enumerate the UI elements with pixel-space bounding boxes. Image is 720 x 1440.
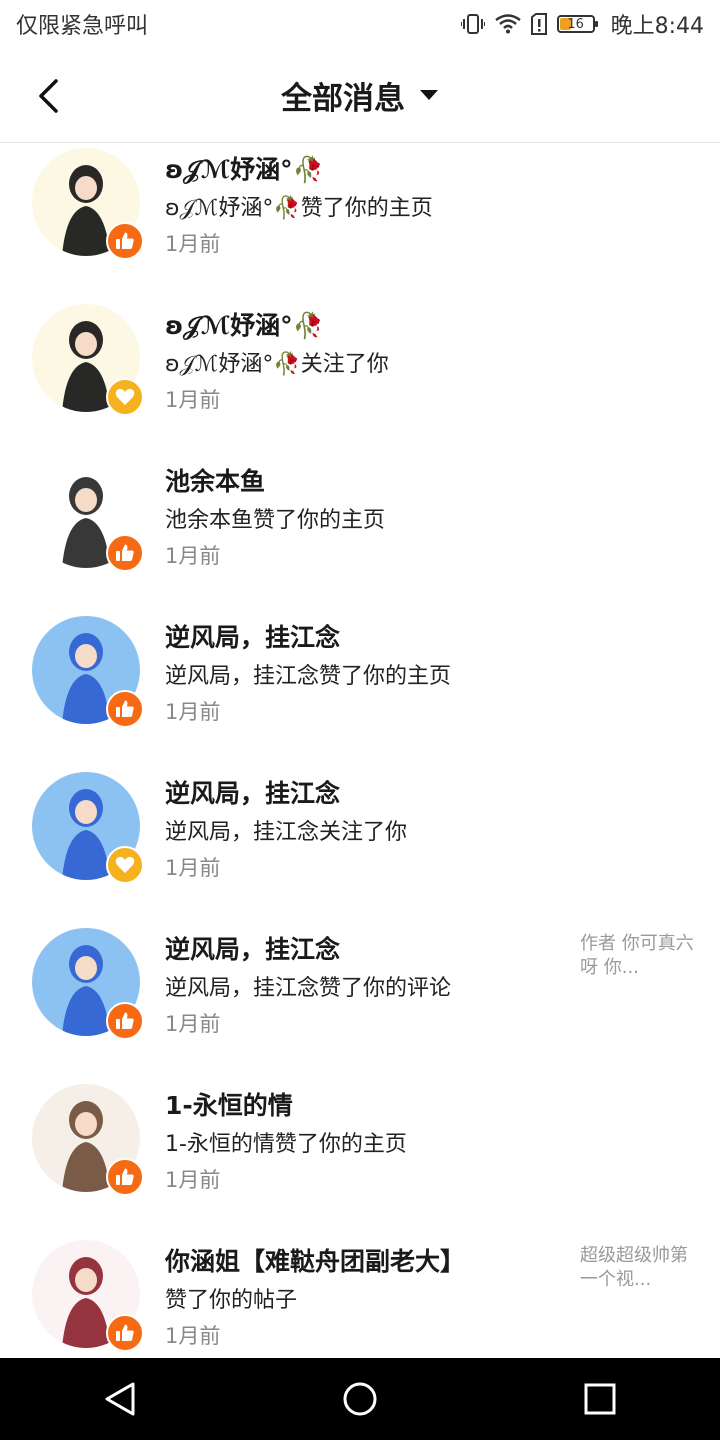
- message-text: 逆风局，挂江念关注了你: [165, 820, 408, 845]
- page-title: 全部消息: [281, 80, 405, 117]
- nav-back-button[interactable]: [80, 1369, 160, 1429]
- message-text: 赞了你的帖子: [165, 1288, 298, 1313]
- square-recents-icon: [584, 1383, 616, 1415]
- wifi-icon: [494, 14, 521, 34]
- avatar[interactable]: [32, 616, 144, 728]
- message-text: ʚ𝒥ℳ妤涵°🥀赞了你的主页: [165, 196, 433, 221]
- back-button[interactable]: [28, 76, 68, 116]
- avatar[interactable]: [32, 460, 144, 572]
- message-text: 池余本鱼赞了你的主页: [165, 508, 386, 533]
- message-item[interactable]: ʚ𝒥ℳ妤涵°🥀 ʚ𝒥ℳ妤涵°🥀赞了你的主页 1月前: [0, 144, 720, 292]
- message-item[interactable]: 逆风局，挂江念逆风局，挂江念关注了你 1月前: [0, 760, 720, 916]
- message-time: 1月前: [165, 232, 221, 256]
- avatar[interactable]: [32, 1084, 144, 1196]
- nav-home-button[interactable]: [320, 1369, 400, 1429]
- avatar[interactable]: [32, 928, 144, 1040]
- sim-alert-icon: [530, 13, 547, 35]
- message-filter-dropdown[interactable]: 全部消息: [281, 73, 439, 118]
- message-item[interactable]: 你涵姐【难鞑舟团副老大】赞了你的帖子 1月前 超级超级帅第一个视...: [0, 1228, 720, 1358]
- thumbs-up-icon: [116, 1168, 134, 1185]
- circle-home-icon: [343, 1382, 377, 1416]
- battery-icon: 16: [556, 15, 598, 33]
- sender-name[interactable]: 逆风局，挂江念: [165, 930, 340, 966]
- message-text: 1-永恒的情赞了你的主页: [165, 1132, 407, 1157]
- page-header: 全部消息: [0, 48, 720, 143]
- avatar[interactable]: [32, 148, 144, 260]
- message-item[interactable]: ʚ𝒥ℳ妤涵°🥀 ʚ𝒥ℳ妤涵°🥀关注了你 1月前: [0, 292, 720, 448]
- message-list[interactable]: ʚ𝒥ℳ妤涵°🥀 ʚ𝒥ℳ妤涵°🥀赞了你的主页 1月前 ʚ𝒥ℳ妤涵°🥀 ʚ𝒥ℳ妤涵°🥀关注了…: [0, 144, 720, 1358]
- message-item[interactable]: 1-永恒的情 1-永恒的情赞了你的主页 1月前: [0, 1072, 720, 1228]
- like-badge: [106, 690, 144, 728]
- sender-name[interactable]: ʚ𝒥ℳ妤涵°🥀: [165, 150, 324, 186]
- carrier-status: 仅限紧急呼叫: [16, 14, 149, 39]
- content-preview[interactable]: 超级超级帅第一个视...: [580, 1244, 698, 1292]
- message-time: 1月前: [165, 388, 221, 412]
- message-time: 1月前: [165, 700, 221, 724]
- heart-icon: [115, 388, 135, 405]
- content-preview[interactable]: 作者 你可真六呀 你...: [580, 932, 698, 980]
- clock: 晚上8:44: [610, 14, 704, 39]
- vibrate-icon: [460, 13, 485, 35]
- message-time: 1月前: [165, 1168, 221, 1192]
- thumbs-up-icon: [116, 1012, 134, 1029]
- thumbs-up-icon: [116, 544, 134, 561]
- avatar[interactable]: [32, 304, 144, 416]
- thumbs-up-icon: [116, 232, 134, 249]
- message-time: 1月前: [165, 544, 221, 568]
- message-item[interactable]: 池余本鱼池余本鱼赞了你的主页 1月前: [0, 448, 720, 604]
- status-icons: 16 晚上8:44: [460, 8, 704, 40]
- like-badge: [106, 222, 144, 260]
- system-nav-bar: [0, 1358, 720, 1440]
- follow-badge: [106, 378, 144, 416]
- follow-badge: [106, 846, 144, 884]
- chevron-left-icon: [39, 79, 58, 113]
- nav-recents-button[interactable]: [560, 1369, 640, 1429]
- message-text: 逆风局，挂江念赞了你的主页: [165, 664, 452, 689]
- message-item[interactable]: 逆风局，挂江念逆风局，挂江念赞了你的评论 1月前 作者 你可真六呀 你...: [0, 916, 720, 1072]
- sender-name[interactable]: 你涵姐【难鞑舟团副老大】: [165, 1242, 465, 1278]
- sender-name[interactable]: 池余本鱼: [165, 462, 265, 498]
- message-text: ʚ𝒥ℳ妤涵°🥀关注了你: [165, 352, 389, 377]
- thumbs-up-icon: [116, 1324, 134, 1341]
- message-time: 1月前: [165, 1324, 221, 1348]
- triangle-back-icon: [105, 1382, 135, 1416]
- like-badge: [106, 1314, 144, 1352]
- thumbs-up-icon: [116, 700, 134, 717]
- like-badge: [106, 534, 144, 572]
- message-text: 逆风局，挂江念赞了你的评论: [165, 976, 452, 1001]
- sender-name[interactable]: 1-永恒的情: [165, 1086, 293, 1122]
- avatar[interactable]: [32, 772, 144, 884]
- message-item[interactable]: 逆风局，挂江念逆风局，挂江念赞了你的主页 1月前: [0, 604, 720, 760]
- heart-icon: [115, 856, 135, 873]
- sender-name[interactable]: ʚ𝒥ℳ妤涵°🥀: [165, 306, 324, 342]
- message-time: 1月前: [165, 856, 221, 880]
- status-bar: 仅限紧急呼叫 16 晚上8:44: [0, 0, 720, 48]
- caret-down-icon: [420, 90, 438, 100]
- like-badge: [106, 1158, 144, 1196]
- sender-name[interactable]: 逆风局，挂江念: [165, 618, 340, 654]
- message-time: 1月前: [165, 1012, 221, 1036]
- sender-name[interactable]: 逆风局，挂江念: [165, 774, 340, 810]
- like-badge: [106, 1002, 144, 1040]
- avatar[interactable]: [32, 1240, 144, 1352]
